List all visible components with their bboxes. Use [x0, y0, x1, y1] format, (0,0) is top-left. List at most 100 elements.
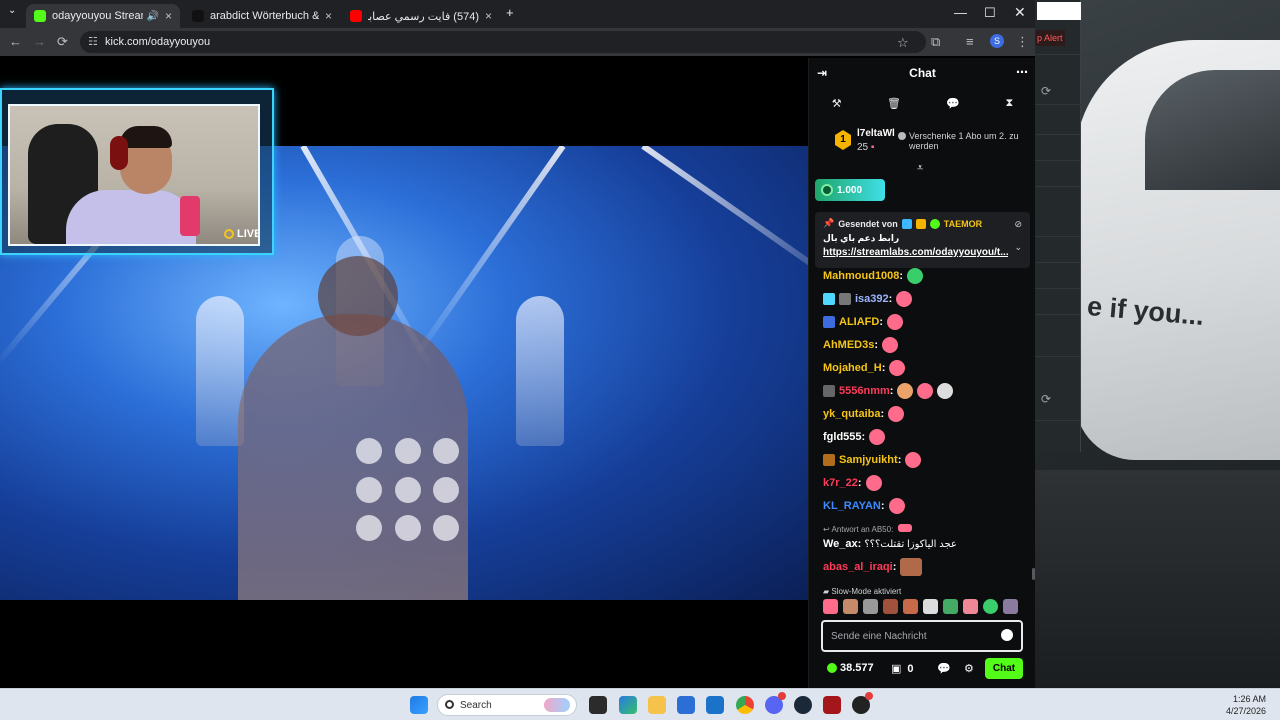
- chat-message[interactable]: Mahmoud1008:: [823, 266, 924, 286]
- chat-message[interactable]: ALIAFD:: [823, 312, 903, 332]
- hide-pin-icon[interactable]: ⊘: [1014, 219, 1022, 230]
- bookmark-star-icon[interactable]: ☆: [897, 35, 909, 51]
- new-tab-button[interactable]: +: [506, 5, 514, 20]
- reload-icon[interactable]: ⟳: [57, 34, 68, 50]
- chat-input-box[interactable]: [821, 620, 1023, 652]
- chat-bubble-icon[interactable]: 💬: [946, 97, 960, 110]
- pinned-message[interactable]: 📌 Gesendet von TAEMOR رابط دعم باي بال h…: [815, 212, 1030, 268]
- quick-emote-icon[interactable]: [1003, 599, 1018, 614]
- chat-username[interactable]: Mojahed_H: [823, 362, 882, 374]
- gift-counter[interactable]: ▣ 0: [891, 662, 914, 676]
- address-bar[interactable]: ☷ kick.com/odayyouyou: [80, 31, 926, 53]
- pinned-link[interactable]: https://streamlabs.com/odayyouyou/t...: [823, 247, 1008, 258]
- chat-message[interactable]: 5556nmm:: [823, 381, 954, 401]
- extensions-icon[interactable]: ⧉: [931, 34, 940, 50]
- points-balance[interactable]: 38.577: [827, 662, 874, 674]
- chrome-icon[interactable]: [736, 696, 754, 714]
- quick-emote-icon[interactable]: [963, 599, 978, 614]
- background-app-window[interactable]: p Alert ⟳ ⟳: [1035, 0, 1081, 452]
- send-chat-button[interactable]: Chat: [985, 658, 1023, 679]
- emoji-picker-icon[interactable]: [1001, 629, 1013, 641]
- tab-search-icon[interactable]: ⌄: [8, 5, 16, 16]
- tab-youtube[interactable]: (574) فايت رسمي عصابة الياكوزا ×: [342, 4, 500, 28]
- tab-kick[interactable]: odayyouyou Stream - Watc 🔊 ×: [26, 4, 180, 28]
- chat-message[interactable]: Mojahed_H:: [823, 358, 906, 378]
- expand-leaderboard-icon[interactable]: ⩡: [917, 162, 923, 175]
- quick-emote-icon[interactable]: [903, 599, 918, 614]
- close-tab-icon[interactable]: ×: [485, 9, 492, 23]
- background-app-row: [1035, 134, 1081, 156]
- chat-message[interactable]: abas_al_iraqi:: [823, 557, 923, 577]
- video-player[interactable]: LIVE: [0, 58, 808, 688]
- background-app-alert-label[interactable]: p Alert: [1035, 30, 1065, 46]
- chat-username[interactable]: We_ax: [823, 538, 858, 550]
- chat-username[interactable]: k7r_22: [823, 477, 858, 489]
- browser-menu-icon[interactable]: ⋮: [1016, 34, 1029, 50]
- maximize-icon[interactable]: ☐: [984, 5, 996, 21]
- close-tab-icon[interactable]: ×: [165, 9, 172, 23]
- tab-arabdict[interactable]: arabdict Wörterbuch & Überset ×: [184, 4, 340, 28]
- chat-username[interactable]: ALIAFD: [839, 316, 879, 328]
- top-gifter-card[interactable]: 1 l7eltaWl 25 ▪ Verschenke 1 Abo um 2. z…: [809, 120, 1036, 162]
- site-info-icon[interactable]: ☷: [88, 35, 98, 48]
- hammer-icon[interactable]: ⚒: [832, 97, 842, 110]
- chat-message[interactable]: k7r_22:: [823, 473, 882, 493]
- chat-username[interactable]: yk_qutaiba: [823, 408, 880, 420]
- widgets-icon[interactable]: [619, 696, 637, 714]
- forward-icon[interactable]: →: [33, 34, 46, 49]
- system-clock[interactable]: 1:26 AM 4/27/2026: [1226, 693, 1266, 717]
- chat-message[interactable]: KL_RAYAN:: [823, 496, 905, 516]
- chat-message[interactable]: Samjyuikht:: [823, 450, 922, 470]
- more-options-icon[interactable]: ⋯: [1016, 65, 1028, 79]
- steam-icon[interactable]: [794, 696, 812, 714]
- channel-points-pill[interactable]: 1.000: [815, 179, 885, 201]
- file-explorer-icon[interactable]: [648, 696, 666, 714]
- refresh-icon[interactable]: ⟳: [1041, 392, 1051, 406]
- chat-message[interactable]: isa392:: [823, 289, 913, 309]
- task-view-icon[interactable]: [589, 696, 607, 714]
- quick-emote-icon[interactable]: [983, 599, 998, 614]
- start-menu-icon[interactable]: [410, 696, 428, 714]
- chat-username[interactable]: abas_al_iraqi: [823, 561, 893, 573]
- chat-username[interactable]: isa392: [855, 293, 889, 305]
- profile-avatar[interactable]: S: [990, 34, 1004, 48]
- quick-emote-icon[interactable]: [923, 599, 938, 614]
- taskbar-search[interactable]: Search: [437, 694, 577, 716]
- quick-emote-icon[interactable]: [943, 599, 958, 614]
- mail-icon[interactable]: [677, 696, 695, 714]
- chat-message[interactable]: yk_qutaiba:: [823, 404, 905, 424]
- app-icon[interactable]: [823, 696, 841, 714]
- minimize-icon[interactable]: —: [954, 5, 967, 20]
- collapse-chat-icon[interactable]: ⇥: [817, 66, 827, 80]
- settings-gear-icon[interactable]: ⚙: [964, 662, 974, 675]
- media-control-icon[interactable]: ≡: [966, 34, 974, 49]
- chat-message[interactable]: fgld555:: [823, 427, 886, 447]
- scrollbar-thumb[interactable]: [1032, 568, 1035, 580]
- quick-emote-icon[interactable]: [843, 599, 858, 614]
- hourglass-icon[interactable]: ⧗: [1006, 97, 1014, 110]
- quick-emote-icon[interactable]: [823, 599, 838, 614]
- back-icon[interactable]: ←: [9, 34, 22, 49]
- chat-username[interactable]: AhMED3s: [823, 339, 874, 351]
- refresh-icon[interactable]: ⟳: [1041, 84, 1051, 98]
- chat-message[interactable]: AhMED3s:: [823, 335, 899, 355]
- chat-username[interactable]: Samjyuikht: [839, 454, 898, 466]
- chat-bubble-icon[interactable]: 💬: [937, 662, 951, 675]
- speaker-icon[interactable]: 🔊: [147, 11, 159, 22]
- chat-username[interactable]: fgld555: [823, 431, 862, 443]
- quick-emote-icon[interactable]: [863, 599, 878, 614]
- chat-username[interactable]: Mahmoud1008: [823, 270, 899, 282]
- chevron-down-icon[interactable]: ⌄: [1014, 242, 1022, 253]
- chat-username[interactable]: 5556nmm: [839, 385, 890, 397]
- emote-icon: [889, 360, 906, 376]
- close-window-icon[interactable]: ✕: [1014, 4, 1026, 21]
- outlook-icon[interactable]: [706, 696, 724, 714]
- reply-context[interactable]: ↩ Antwort an AB50:: [823, 524, 912, 534]
- chat-message[interactable]: We_ax: عجد الياكوزا تقتلت؟؟؟: [823, 534, 957, 554]
- chat-message-input[interactable]: [831, 628, 991, 644]
- quick-emote-icon[interactable]: [883, 599, 898, 614]
- chat-username[interactable]: KL_RAYAN: [823, 500, 881, 512]
- close-tab-icon[interactable]: ×: [325, 9, 332, 23]
- pinned-username[interactable]: TAEMOR: [944, 219, 982, 229]
- trash-icon[interactable]: 🗑: [887, 97, 901, 110]
